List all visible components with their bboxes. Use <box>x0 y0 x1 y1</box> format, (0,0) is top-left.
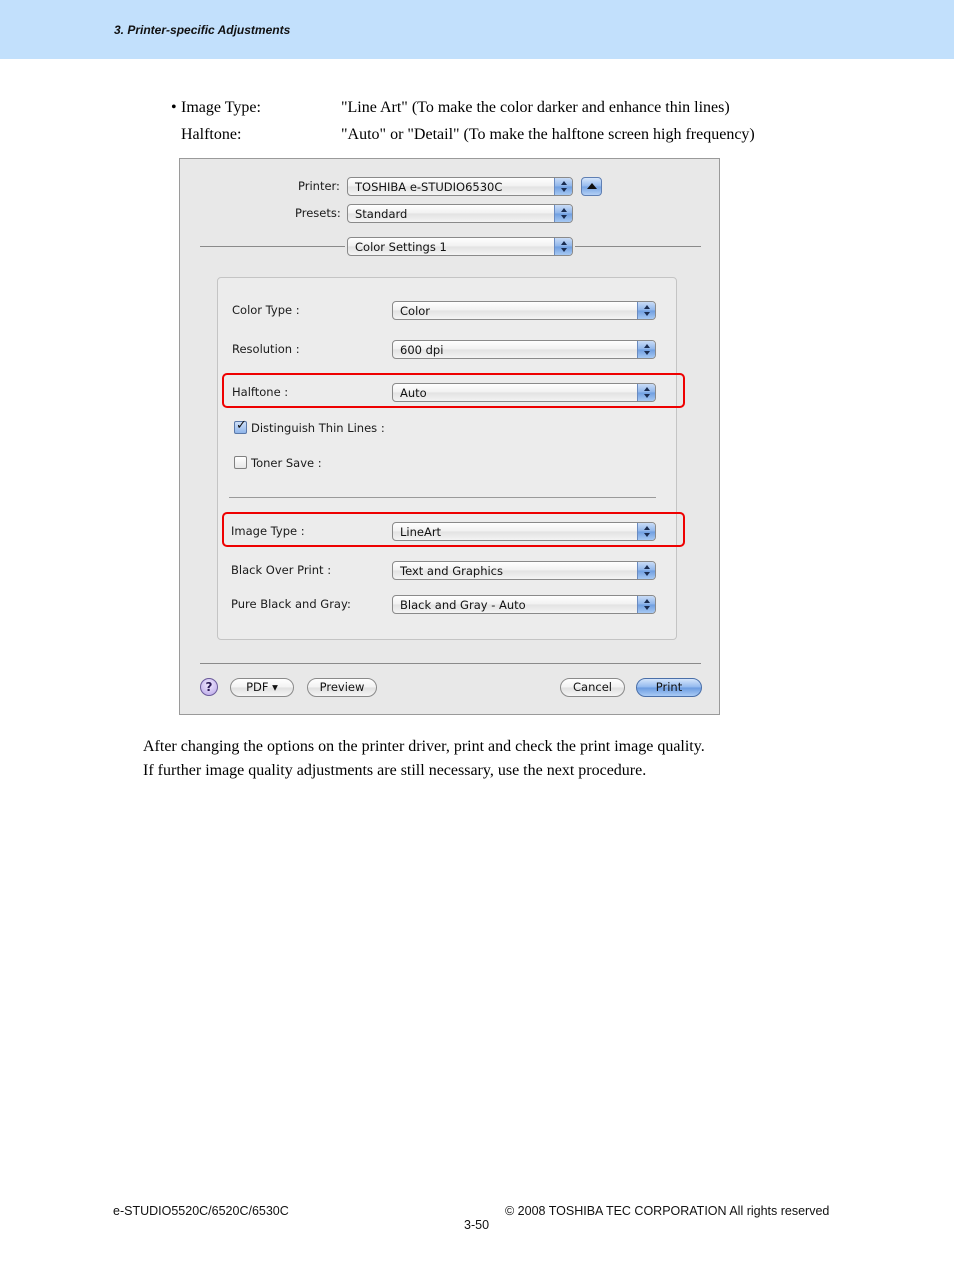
resolution-select[interactable]: 600 dpi <box>392 340 656 359</box>
color-type-value: Color <box>400 304 431 318</box>
printer-value: TOSHIBA e-STUDIO6530C <box>355 180 503 194</box>
color-type-select[interactable]: Color <box>392 301 656 320</box>
header-band: 3. Printer-specific Adjustments <box>0 0 954 59</box>
footer-copyright: © 2008 TOSHIBA TEC CORPORATION All right… <box>505 1204 830 1218</box>
preview-button[interactable]: Preview <box>307 678 377 697</box>
toner-save-checkbox[interactable] <box>234 456 247 469</box>
panel-value: Color Settings 1 <box>355 240 447 254</box>
black-over-print-label: Black Over Print : <box>231 563 332 577</box>
bullet: • <box>171 99 177 116</box>
popup-arrows-icon <box>637 523 655 540</box>
pdf-menu-button[interactable]: PDF ▾ <box>230 678 294 697</box>
popup-arrows-icon <box>637 341 655 358</box>
footer-model: e-STUDIO5520C/6520C/6530C <box>113 1204 289 1218</box>
pure-black-gray-select[interactable]: Black and Gray - Auto <box>392 595 656 614</box>
toner-save-label: Toner Save : <box>251 456 322 470</box>
page-number: 3-50 <box>464 1218 490 1232</box>
help-button[interactable]: ? <box>200 678 218 696</box>
intro-value: "Auto" or "Detail" (To make the halftone… <box>341 126 755 143</box>
intro-label: Halftone: <box>181 126 242 143</box>
body-paragraph-1: After changing the options on the printe… <box>143 738 705 755</box>
black-over-print-select[interactable]: Text and Graphics <box>392 561 656 580</box>
separator-left <box>200 246 345 247</box>
intro-label: Image Type: <box>181 99 261 116</box>
print-button[interactable]: Print <box>636 678 702 697</box>
color-type-label: Color Type : <box>232 303 300 317</box>
distinguish-thin-lines-label: Distinguish Thin Lines : <box>251 421 385 435</box>
popup-arrows-icon <box>554 178 572 195</box>
distinguish-thin-lines-checkbox[interactable]: ✓ <box>234 418 247 434</box>
popup-arrows-icon <box>637 596 655 613</box>
resolution-label: Resolution : <box>232 342 300 356</box>
section-title: 3. Printer-specific Adjustments <box>114 23 291 37</box>
halftone-select[interactable]: Auto <box>392 383 656 402</box>
halftone-label: Halftone : <box>232 385 289 399</box>
intro-value: "Line Art" (To make the color darker and… <box>341 99 730 116</box>
black-over-print-value: Text and Graphics <box>400 564 503 578</box>
pure-black-gray-value: Black and Gray - Auto <box>400 598 526 612</box>
panel-select[interactable]: Color Settings 1 <box>347 237 573 256</box>
printer-label: Printer: <box>298 179 340 193</box>
image-type-label: Image Type : <box>231 524 305 538</box>
presets-label: Presets: <box>295 206 341 220</box>
footer-separator <box>200 663 701 664</box>
popup-arrows-icon <box>554 238 572 255</box>
group-separator <box>229 497 656 498</box>
popup-arrows-icon <box>637 384 655 401</box>
image-type-value: LineArt <box>400 525 442 539</box>
popup-arrows-icon <box>554 205 572 222</box>
presets-select[interactable]: Standard <box>347 204 573 223</box>
halftone-value: Auto <box>400 386 427 400</box>
body-paragraph-2: If further image quality adjustments are… <box>143 762 647 779</box>
popup-arrows-icon <box>637 562 655 579</box>
collapse-disclosure-button[interactable] <box>581 177 602 196</box>
presets-value: Standard <box>355 207 408 221</box>
separator-right <box>575 246 701 247</box>
pure-black-gray-label: Pure Black and Gray: <box>231 597 351 611</box>
image-type-select[interactable]: LineArt <box>392 522 656 541</box>
cancel-button[interactable]: Cancel <box>560 678 625 697</box>
print-dialog: Printer: TOSHIBA e-STUDIO6530C Presets: … <box>179 158 720 715</box>
popup-arrows-icon <box>637 302 655 319</box>
printer-select[interactable]: TOSHIBA e-STUDIO6530C <box>347 177 573 196</box>
checkmark-icon: ✓ <box>236 418 247 433</box>
resolution-value: 600 dpi <box>400 343 444 357</box>
